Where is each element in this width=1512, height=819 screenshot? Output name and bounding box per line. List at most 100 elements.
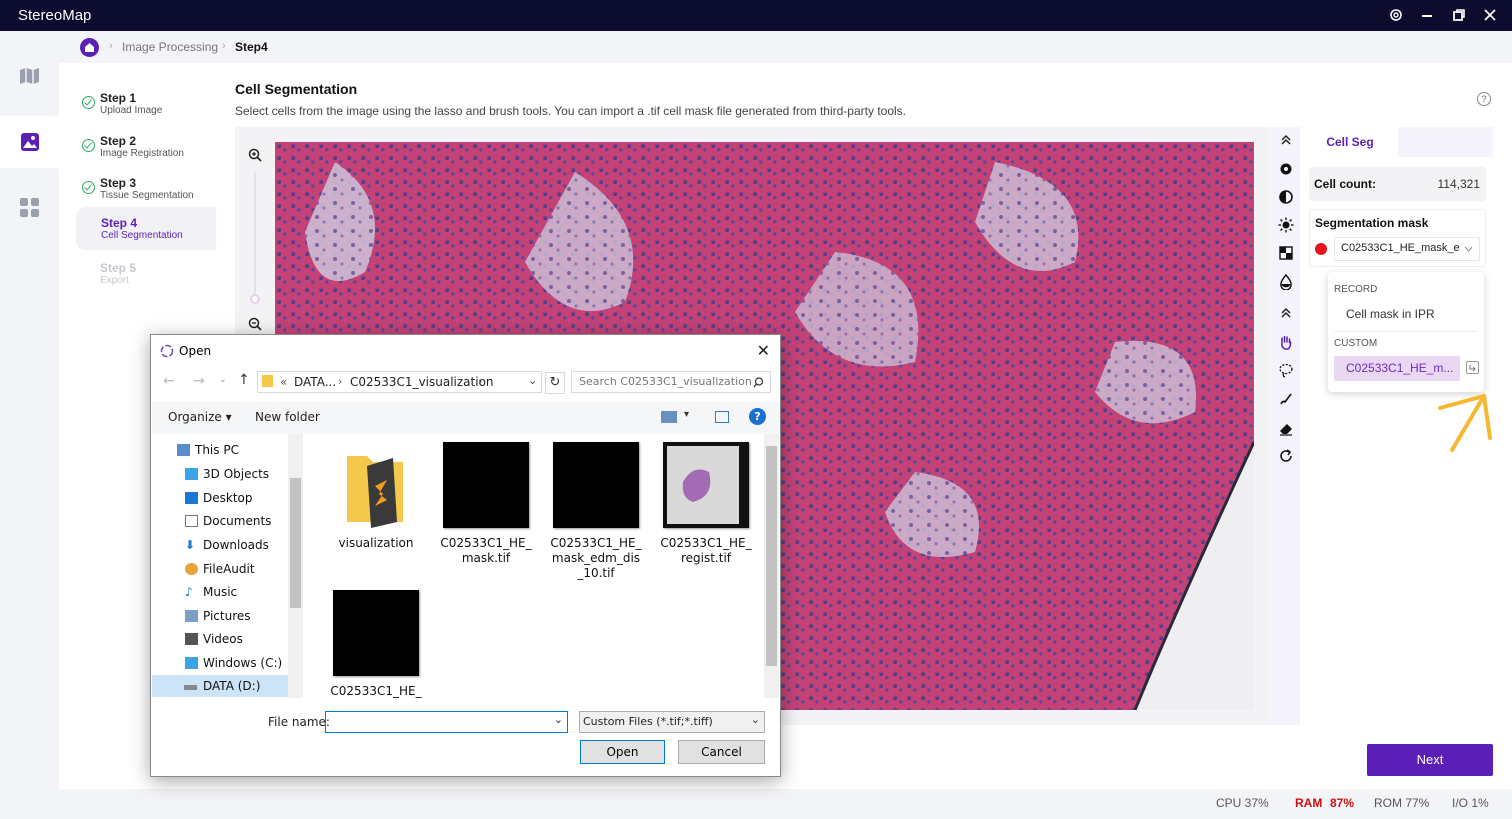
step-3[interactable]: Step 3 Tissue Segmentation [76, 170, 216, 210]
checkerboard-icon[interactable] [1277, 246, 1295, 264]
cube-icon [185, 468, 198, 480]
collapse-up-icon[interactable] [1277, 133, 1295, 151]
zoom-out-icon[interactable] [248, 317, 262, 331]
nav-this-pc[interactable]: This PC [177, 439, 239, 461]
drive-icon [185, 657, 198, 669]
home-icon[interactable] [80, 38, 99, 57]
zoom-in-icon[interactable] [248, 148, 262, 162]
nav-fileaudit[interactable]: FileAudit [185, 558, 255, 580]
open-file-dialog: Open ✕ ← → ⌄ ↑ « DATA... › C02533C1_visu… [150, 334, 781, 777]
image-icon [21, 133, 39, 151]
address-segment-data[interactable]: DATA... [294, 375, 336, 389]
import-icon[interactable] [1466, 361, 1479, 374]
collapse-up-icon-2[interactable] [1277, 306, 1295, 324]
brush-icon[interactable] [1277, 391, 1295, 409]
new-folder-button[interactable]: New folder [255, 410, 320, 424]
minimize-icon[interactable] [1418, 7, 1436, 25]
cell-count-label: Cell count: [1314, 177, 1376, 191]
mask-select-value: C02533C1_HE_mask_e [1341, 242, 1459, 254]
brightness-icon[interactable] [1277, 217, 1295, 235]
nav-videos[interactable]: Videos [185, 628, 243, 650]
file-list: visualization C02533C1_HE_mask.tif C0253… [306, 434, 764, 698]
file-item[interactable]: visualization [326, 442, 426, 551]
nav-data-d[interactable]: DATA (D:) [152, 675, 289, 697]
close-icon[interactable] [1481, 7, 1499, 25]
map-icon [20, 68, 39, 84]
nav-scrollbar[interactable] [288, 434, 303, 698]
file-item[interactable]: C02533C1_HE_tis [326, 590, 426, 698]
nav-pictures[interactable]: Pictures [185, 605, 251, 627]
ram-label: RAM [1295, 796, 1323, 810]
address-bar[interactable]: « DATA... › C02533C1_visualization › ⌄ [257, 371, 542, 393]
mask-color-dot[interactable] [1315, 243, 1327, 255]
file-thumbnail [333, 590, 419, 676]
reset-icon[interactable] [1277, 448, 1295, 466]
nav-desktop[interactable]: Desktop [185, 487, 253, 509]
refresh-icon[interactable]: ↻ [545, 372, 565, 394]
forward-arrow-icon[interactable]: → [193, 373, 205, 389]
view-chevron-icon[interactable]: ▾ [684, 409, 689, 420]
file-item[interactable]: C02533C1_HE_mask_edm_dis_10.tif [546, 442, 646, 581]
up-arrow-icon[interactable]: ↑ [238, 372, 250, 388]
help-icon[interactable]: ? [749, 408, 766, 425]
chevron-down-icon[interactable]: ⌄ [554, 713, 563, 726]
open-button[interactable]: Open [580, 740, 665, 764]
nav-documents[interactable]: Documents [185, 510, 271, 532]
rail-image-processing[interactable] [0, 116, 59, 168]
search-input[interactable]: Search C02533C1_visualization [571, 371, 771, 393]
recent-chevron-icon[interactable]: ⌄ [219, 375, 227, 385]
cell-count-card: Cell count: 114,321 [1309, 167, 1486, 201]
search-icon [753, 377, 764, 388]
record-item[interactable]: Cell mask in IPR [1346, 307, 1435, 321]
step-2[interactable]: Step 2 Image Registration [76, 128, 216, 168]
zoom-slider-handle[interactable] [250, 294, 260, 304]
nav-3d-objects[interactable]: 3D Objects [185, 463, 269, 485]
file-item[interactable]: C02533C1_HE_regist.tif [656, 442, 756, 566]
preview-pane-icon[interactable] [715, 411, 729, 423]
address-dropdown-icon[interactable]: ⌄ [528, 374, 537, 387]
settings-icon[interactable] [1387, 7, 1405, 25]
ram-value: 87% [1330, 796, 1355, 810]
opacity-drop-icon[interactable] [1277, 273, 1295, 292]
tab-cell-seg[interactable]: Cell Seg [1302, 127, 1398, 157]
restore-icon[interactable] [1450, 7, 1468, 25]
back-arrow-icon[interactable]: ← [163, 373, 175, 389]
chevron-down-icon: ⌄ [750, 713, 760, 726]
custom-item[interactable]: C02533C1_HE_m... [1334, 356, 1460, 381]
zoom-slider-track[interactable] [254, 172, 256, 302]
file-item[interactable]: C02533C1_HE_mask.tif [436, 442, 536, 566]
rail-map[interactable] [0, 51, 59, 101]
help-icon[interactable]: ? [1477, 92, 1491, 106]
cancel-button[interactable]: Cancel [678, 740, 765, 764]
lasso-icon[interactable] [1277, 363, 1295, 381]
document-icon [185, 515, 198, 527]
step-1[interactable]: Step 1 Upload Image [76, 85, 216, 125]
address-segment-folder[interactable]: C02533C1_visualization [350, 375, 494, 389]
file-list-scrollbar[interactable] [764, 434, 779, 698]
contrast-icon[interactable] [1277, 189, 1295, 207]
organize-button[interactable]: Organize ▾ [168, 410, 232, 424]
breadcrumb-step4: Step4 [235, 40, 268, 54]
tab-bar [1398, 127, 1493, 157]
step-4[interactable]: Step 4 Cell Segmentation [76, 207, 216, 250]
view-options-icon[interactable] [661, 411, 677, 423]
nav-music[interactable]: ♪ Music [185, 581, 237, 603]
breadcrumb-image-processing[interactable]: Image Processing [122, 40, 218, 54]
nav-windows-c[interactable]: Windows (C:) [185, 652, 282, 674]
rail-apps[interactable] [0, 183, 59, 233]
settings-tool-icon[interactable] [1277, 161, 1295, 179]
page-title: Cell Segmentation [235, 81, 358, 97]
hand-pan-icon[interactable] [1277, 334, 1295, 352]
pictures-icon [185, 610, 198, 622]
cell-count-value: 114,321 [1437, 177, 1481, 191]
rom-status: ROM 77% [1374, 796, 1430, 810]
nav-downloads[interactable]: ⬇ Downloads [185, 534, 269, 556]
file-type-select[interactable]: Custom Files (*.tif;*.tiff) ⌄ [579, 711, 765, 733]
title-bar: StereoMap [0, 0, 1512, 31]
dialog-close-icon[interactable]: ✕ [757, 341, 770, 360]
eraser-icon[interactable] [1277, 420, 1295, 438]
next-button[interactable]: Next [1367, 744, 1493, 776]
mask-select[interactable]: C02533C1_HE_mask_e [1334, 237, 1480, 261]
file-name-input[interactable]: ⌄ [325, 711, 568, 733]
check-icon [82, 96, 95, 109]
